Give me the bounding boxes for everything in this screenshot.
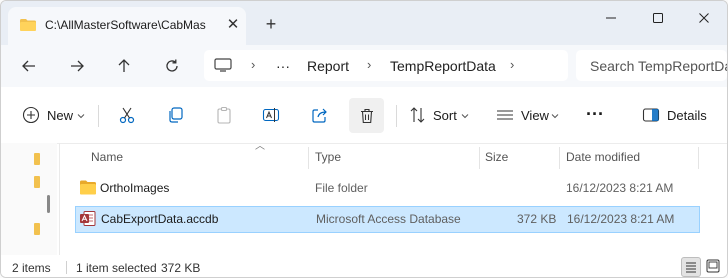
scrollbar-thumb[interactable] xyxy=(47,195,50,213)
trash-icon xyxy=(361,108,373,124)
chevron-right-icon: › xyxy=(367,57,372,72)
search-box[interactable]: Search TempReportData xyxy=(576,50,727,81)
share-button[interactable] xyxy=(307,101,333,129)
refresh-icon xyxy=(166,59,178,72)
rename-button[interactable] xyxy=(258,101,284,129)
rename-icon xyxy=(262,108,280,122)
maximize-button[interactable] xyxy=(635,7,681,29)
file-size: 372 KB xyxy=(517,212,557,226)
minimize-button[interactable] xyxy=(588,7,634,29)
file-type: Microsoft Access Database xyxy=(316,212,461,226)
pane-divider[interactable] xyxy=(59,143,60,255)
column-header: ︿ Name Type Size Date modified xyxy=(63,141,727,171)
access-file-icon xyxy=(80,211,96,226)
maximize-icon xyxy=(653,13,663,23)
back-button[interactable] xyxy=(15,53,43,79)
breadcrumb-tempreportdata[interactable]: TempReportData xyxy=(390,58,496,74)
command-bar: New Sort View ··· Details xyxy=(1,87,727,144)
chevron-down-icon xyxy=(461,114,469,119)
minimize-icon xyxy=(606,17,616,19)
selected-size: 372 KB xyxy=(161,261,201,275)
chevron-right-icon: › xyxy=(251,57,256,72)
folder-icon xyxy=(20,19,36,31)
sort-ascending-icon: ︿ xyxy=(255,141,265,152)
delete-button[interactable] xyxy=(349,98,384,133)
copy-icon xyxy=(169,107,183,123)
monitor-icon xyxy=(214,58,232,72)
search-placeholder: Search TempReportData xyxy=(590,58,727,74)
file-explorer-window: C:\AllMasterSoftware\CabMas ✕ + › ··· Re… xyxy=(0,0,728,278)
chevron-right-icon: › xyxy=(510,57,515,72)
selected-count: 1 item selected xyxy=(76,261,157,275)
new-button[interactable]: New xyxy=(19,101,87,129)
breadcrumb-more[interactable]: ··· xyxy=(276,58,290,74)
column-date-modified[interactable]: Date modified xyxy=(566,150,640,164)
navigation-bar: › ··· Report › TempReportData › Search T… xyxy=(1,45,727,87)
file-name: OrthoImages xyxy=(100,181,170,195)
file-row[interactable]: OrthoImages File folder 16/12/2023 8:21 … xyxy=(76,176,699,201)
thumbnails-view-button[interactable] xyxy=(704,257,722,275)
tab-current-folder[interactable]: C:\AllMasterSoftware\CabMas ✕ xyxy=(8,7,246,45)
column-type[interactable]: Type xyxy=(315,150,341,164)
up-button[interactable] xyxy=(110,53,138,79)
thumbnails-view-icon xyxy=(706,259,720,273)
close-window-button[interactable] xyxy=(681,7,727,29)
details-view-button[interactable] xyxy=(681,257,701,277)
title-bar: C:\AllMasterSoftware\CabMas ✕ + xyxy=(1,1,727,45)
close-tab-icon[interactable]: ✕ xyxy=(223,15,243,35)
status-bar: 2 items 1 item selected 372 KB xyxy=(1,255,727,277)
file-date: 16/12/2023 8:21 AM xyxy=(566,181,674,195)
chevron-down-icon xyxy=(77,114,85,119)
forward-button[interactable] xyxy=(63,53,91,79)
folder-icon xyxy=(80,180,96,195)
sort-icon xyxy=(410,107,425,123)
cut-button[interactable] xyxy=(114,101,140,129)
column-size[interactable]: Size xyxy=(485,150,508,164)
column-name[interactable]: Name xyxy=(91,150,123,164)
file-row-selected[interactable]: CabExportData.accdb Microsoft Access Dat… xyxy=(75,206,700,233)
folder-icon[interactable] xyxy=(34,176,40,188)
sort-button[interactable]: Sort xyxy=(407,101,471,129)
details-label: Details xyxy=(667,108,707,123)
tab-title: C:\AllMasterSoftware\CabMas xyxy=(45,18,206,32)
address-bar[interactable]: › ··· Report › TempReportData › xyxy=(204,50,568,81)
back-arrow-icon xyxy=(22,60,35,72)
details-pane-icon xyxy=(642,108,660,122)
paste-button[interactable] xyxy=(211,101,237,129)
sort-label: Sort xyxy=(433,108,457,123)
share-icon xyxy=(312,108,327,123)
forward-arrow-icon xyxy=(71,60,84,72)
view-button[interactable]: View xyxy=(495,101,561,129)
file-type: File folder xyxy=(315,181,368,195)
new-label: New xyxy=(47,108,74,123)
file-date: 16/12/2023 8:21 AM xyxy=(567,212,675,226)
new-tab-button[interactable]: + xyxy=(261,15,281,35)
more-options-icon: ··· xyxy=(586,104,604,124)
close-icon xyxy=(699,13,709,23)
item-count: 2 items xyxy=(12,261,51,275)
more-options-button[interactable]: ··· xyxy=(584,101,610,129)
copy-button[interactable] xyxy=(162,101,188,129)
view-list-icon xyxy=(497,110,513,120)
scissors-icon xyxy=(119,107,135,124)
breadcrumb-report[interactable]: Report xyxy=(307,58,349,74)
plus-circle-icon xyxy=(22,106,40,124)
details-pane-button[interactable]: Details xyxy=(639,101,709,129)
refresh-button[interactable] xyxy=(158,53,186,79)
file-name: CabExportData.accdb xyxy=(101,212,219,226)
view-label: View xyxy=(521,108,549,123)
details-view-icon xyxy=(686,262,696,273)
folder-icon[interactable] xyxy=(34,223,40,235)
navigation-pane[interactable] xyxy=(1,143,57,255)
folder-icon[interactable] xyxy=(34,153,40,165)
up-arrow-icon xyxy=(118,59,130,72)
paste-icon xyxy=(217,106,231,124)
chevron-down-icon xyxy=(551,114,559,119)
